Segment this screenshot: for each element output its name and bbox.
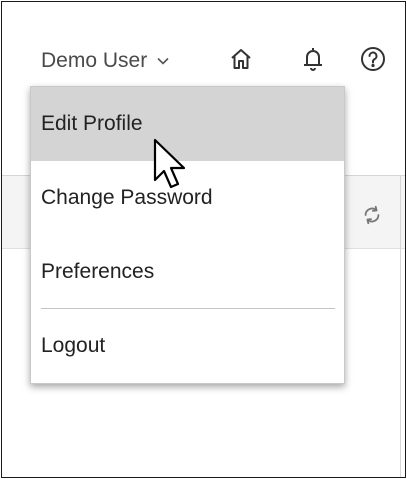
menu-item-label: Change Password: [41, 186, 213, 209]
app-frame: Demo User Edit Profile Change Password P…: [1, 1, 406, 478]
panel-right-border: [400, 175, 401, 477]
help-icon[interactable]: [356, 42, 390, 76]
user-menu-dropdown: Edit Profile Change Password Preferences…: [30, 86, 345, 384]
chevron-down-icon: [155, 53, 171, 69]
menu-item-change-password[interactable]: Change Password: [31, 161, 344, 235]
menu-item-logout[interactable]: Logout: [31, 309, 344, 383]
menu-item-label: Edit Profile: [41, 112, 143, 135]
menu-item-label: Preferences: [41, 260, 155, 283]
refresh-icon[interactable]: [359, 202, 385, 228]
user-menu-trigger[interactable]: Demo User: [41, 46, 171, 76]
home-icon[interactable]: [224, 42, 258, 76]
menu-item-edit-profile[interactable]: Edit Profile: [31, 87, 344, 161]
user-name: Demo User: [41, 49, 148, 72]
bell-icon[interactable]: [296, 42, 330, 76]
menu-item-preferences[interactable]: Preferences: [31, 235, 344, 309]
menu-item-label: Logout: [41, 334, 106, 357]
